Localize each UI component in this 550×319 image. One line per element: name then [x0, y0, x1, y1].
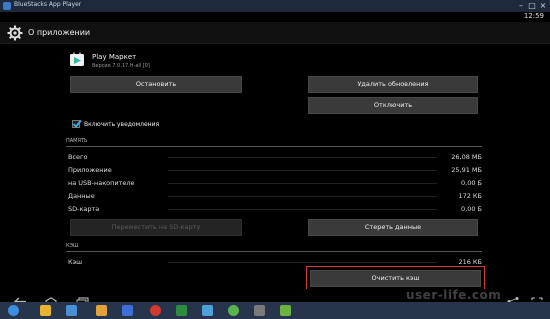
row-value: 0,00 Б — [461, 205, 482, 213]
row-leader — [168, 262, 437, 263]
status-bar: 12:59 — [0, 12, 550, 22]
notifications-checkbox[interactable] — [72, 119, 82, 128]
window-titlebar: BlueStacks App Player – □ × — [0, 0, 550, 12]
taskbar-app-icon[interactable] — [66, 305, 77, 316]
opera-icon[interactable] — [150, 305, 161, 316]
play-store-icon — [70, 51, 84, 66]
app-version: Версия 7.0.17.H-all [0] — [92, 63, 150, 69]
start-button-icon[interactable] — [8, 305, 19, 316]
memory-row-app: Приложение 25,91 МБ — [68, 165, 482, 176]
app-name: Play Маркет — [92, 53, 137, 61]
page-title: О приложении — [28, 28, 91, 37]
row-value: 0,00 Б — [461, 179, 482, 187]
row-value: 216 КБ — [458, 258, 482, 266]
taskbar-app-icon[interactable] — [254, 305, 265, 316]
move-to-sd-button[interactable]: Переместить на SD-карту — [70, 219, 242, 236]
row-label: SD-карта — [68, 205, 100, 213]
memory-row-data: Данные 172 КБ — [68, 191, 482, 202]
disable-button[interactable]: Отключить — [308, 97, 478, 114]
memory-row-sd: SD-карта 0,00 Б — [68, 204, 482, 215]
row-label: Приложение — [68, 166, 112, 174]
uninstall-updates-button[interactable]: Удалить обновления — [308, 76, 478, 93]
taskbar-app-icon[interactable] — [96, 305, 107, 316]
explorer-icon[interactable] — [40, 305, 51, 316]
memory-row-usb: на USB-накопителе 0,00 Б — [68, 178, 482, 189]
settings-gear-icon[interactable] — [7, 25, 23, 41]
taskbar-app-icon[interactable] — [202, 305, 213, 316]
row-label: Кэш — [68, 258, 83, 266]
row-value: 26,08 МБ — [451, 153, 482, 161]
recent-apps-icon[interactable] — [76, 291, 90, 306]
row-leader — [168, 157, 437, 158]
fullscreen-icon[interactable] — [530, 291, 544, 306]
memory-divider — [66, 146, 482, 147]
windows-taskbar — [0, 302, 550, 319]
bluestacks-taskbar-icon[interactable] — [280, 305, 291, 316]
taskbar-app-icon[interactable] — [122, 305, 133, 316]
home-icon[interactable] — [44, 291, 58, 306]
maximize-button[interactable]: □ — [527, 1, 537, 10]
row-value: 25,91 МБ — [451, 166, 482, 174]
back-icon[interactable] — [14, 291, 28, 306]
row-leader — [168, 170, 437, 171]
taskbar-app-icon[interactable] — [228, 305, 239, 316]
close-button[interactable]: × — [538, 1, 548, 10]
row-leader — [168, 196, 437, 197]
clear-data-button[interactable]: Стереть данные — [308, 219, 478, 236]
cache-divider — [66, 251, 482, 252]
status-time: 12:59 — [523, 12, 544, 20]
watermark: user-life.com — [406, 288, 502, 302]
taskbar-app-icon[interactable] — [176, 305, 187, 316]
row-leader — [168, 183, 437, 184]
stop-button[interactable]: Остановить — [70, 76, 242, 93]
row-label: Данные — [68, 192, 95, 200]
row-value: 172 КБ — [458, 192, 482, 200]
bluestacks-icon — [3, 2, 11, 10]
row-leader — [168, 209, 437, 210]
action-bar: О приложении — [0, 22, 550, 44]
minimize-button[interactable]: – — [516, 1, 526, 10]
row-label: на USB-накопителе — [68, 179, 135, 187]
notifications-label: Включить уведомления — [84, 121, 160, 128]
memory-section-header: ПАМЯТЬ — [66, 138, 88, 144]
cache-section-header: КЭШ — [66, 243, 79, 249]
memory-row-total: Всего 26,08 МБ — [68, 152, 482, 163]
row-label: Всего — [68, 153, 88, 161]
window-title: BlueStacks App Player — [14, 1, 82, 8]
share-icon[interactable] — [506, 291, 520, 306]
